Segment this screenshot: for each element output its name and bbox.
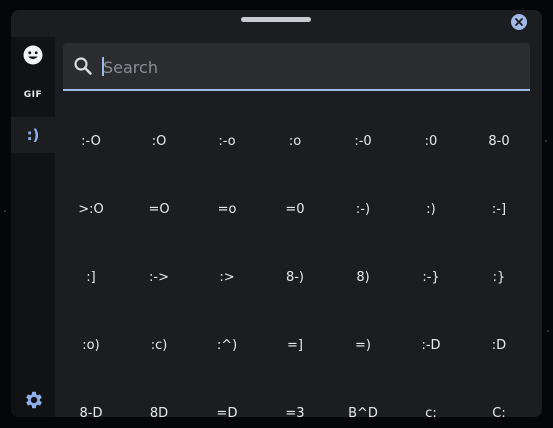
emoticon-cell[interactable]: :-D — [397, 325, 465, 365]
emoticon-cell[interactable]: :c) — [125, 325, 193, 365]
emoticon-cell[interactable]: 8-D — [57, 393, 125, 418]
sidebar-item-emoticons[interactable]: :) — [11, 117, 55, 153]
sidebar-item-gif[interactable]: GIF — [11, 77, 55, 113]
background-star — [4, 210, 6, 212]
emoticon-cell[interactable]: :o — [261, 121, 329, 161]
emoticon-cell[interactable]: :-} — [397, 257, 465, 297]
emoticon-cell[interactable]: :D — [465, 325, 533, 365]
emoticon-cell[interactable]: :-0 — [329, 121, 397, 161]
emoticon-cell[interactable]: =] — [261, 325, 329, 365]
emoticon-cell[interactable]: :-> — [125, 257, 193, 297]
emoticon-cell[interactable]: :] — [57, 257, 125, 297]
emoticon-cell[interactable]: c: — [397, 393, 465, 418]
emoticon-cell[interactable]: =o — [193, 189, 261, 229]
background-star — [547, 330, 549, 332]
emoticon-cell[interactable]: B^D — [329, 393, 397, 418]
emoticon-cell[interactable]: =) — [329, 325, 397, 365]
emoticon-cell[interactable]: :o) — [57, 325, 125, 365]
emoticon-cell[interactable]: C: — [465, 393, 533, 418]
drag-handle[interactable] — [241, 17, 311, 22]
emoticon-cell[interactable]: :-O — [57, 121, 125, 161]
emoticon-cell[interactable]: 8) — [329, 257, 397, 297]
emoticon-cell[interactable]: :O — [125, 121, 193, 161]
emoticon-cell[interactable]: 8-0 — [465, 121, 533, 161]
emoticon-cell[interactable]: :} — [465, 257, 533, 297]
smiley-icon — [23, 45, 43, 65]
emoticon-grid: :-O:O:-o:o:-0:0 8-0 >:O =O =o =0:-):):-]:]:->… — [55, 103, 542, 418]
emoticon-cell[interactable]: =D — [193, 393, 261, 418]
close-button[interactable] — [511, 14, 527, 30]
emoticon-cell[interactable]: >:O — [57, 189, 125, 229]
emoticon-cell[interactable]: 8D — [125, 393, 193, 418]
emoticon-cell[interactable]: =O — [125, 189, 193, 229]
emoticon-cell[interactable]: :> — [193, 257, 261, 297]
emoticon-cell[interactable]: =0 — [261, 189, 329, 229]
search-box[interactable] — [63, 43, 530, 91]
emoticon-cell[interactable]: :-o — [193, 121, 261, 161]
gear-icon — [26, 391, 42, 409]
emoji-picker-panel: GIF :) :-O:O:-o:o:-0:08-0 >:O=O=o=0:-):):… — [11, 10, 542, 417]
emoticon-icon: :) — [26, 126, 40, 144]
emoticon-cell[interactable]: =3 — [261, 393, 329, 418]
settings-button[interactable] — [23, 389, 45, 411]
emoticon-content: :-O:O:-o:o:-0:08-0 >:O=O=o=0:-):):-]:]:->… — [55, 37, 542, 417]
emoticon-cell[interactable]: :-] — [465, 189, 533, 229]
search-icon — [74, 57, 92, 75]
background-star — [545, 140, 547, 142]
sidebar-item-emoji[interactable] — [11, 37, 55, 73]
emoticon-cell[interactable]: :-) — [329, 189, 397, 229]
close-icon — [515, 18, 523, 26]
text-cursor — [102, 57, 104, 76]
emoticon-cell[interactable]: :0 — [397, 121, 465, 161]
emoticon-cell[interactable]: 8-) — [261, 257, 329, 297]
emoticon-cell[interactable]: :) — [397, 189, 465, 229]
search-input[interactable] — [101, 52, 515, 82]
gif-icon: GIF — [23, 90, 43, 100]
category-sidebar: GIF :) — [11, 37, 55, 417]
emoticon-cell[interactable]: :^) — [193, 325, 261, 365]
